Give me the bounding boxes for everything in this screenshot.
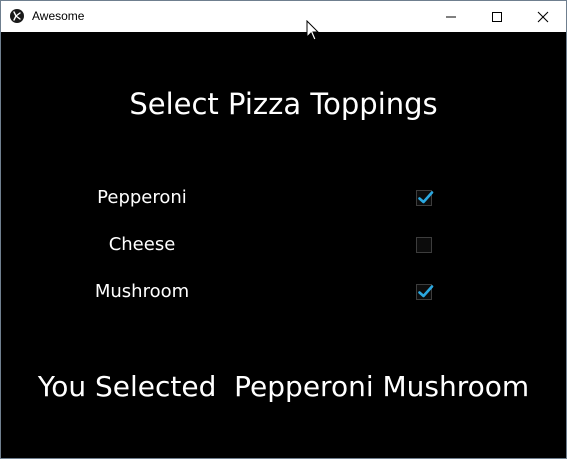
topping-label-pepperoni: Pepperoni <box>97 187 187 208</box>
title-bar[interactable]: Awesome <box>1 1 566 32</box>
topping-label-cheese: Cheese <box>108 234 176 255</box>
close-button[interactable] <box>520 1 566 32</box>
app-window: Awesome Select Pizza Toppings Pepperoni <box>0 0 567 459</box>
checkbox-cheese[interactable] <box>416 237 432 253</box>
minimize-icon <box>446 16 456 18</box>
window-title: Awesome <box>32 9 85 23</box>
topping-label-mushroom: Mushroom <box>94 281 190 302</box>
checkbox-pepperoni[interactable] <box>416 190 434 206</box>
mouse-cursor-icon <box>306 20 320 41</box>
checkbox-mushroom[interactable] <box>416 284 434 300</box>
maximize-icon <box>492 12 502 22</box>
checkmark-icon <box>418 191 434 204</box>
kivy-icon <box>10 9 24 23</box>
selection-result: You Selected Pepperoni Mushroom <box>37 370 530 403</box>
minimize-button[interactable] <box>428 1 474 32</box>
checkmark-icon <box>418 285 434 298</box>
main-content: Select Pizza Toppings Pepperoni Cheese M… <box>1 32 566 458</box>
close-icon <box>537 11 549 23</box>
maximize-button[interactable] <box>474 1 520 32</box>
page-title: Select Pizza Toppings <box>129 87 438 121</box>
